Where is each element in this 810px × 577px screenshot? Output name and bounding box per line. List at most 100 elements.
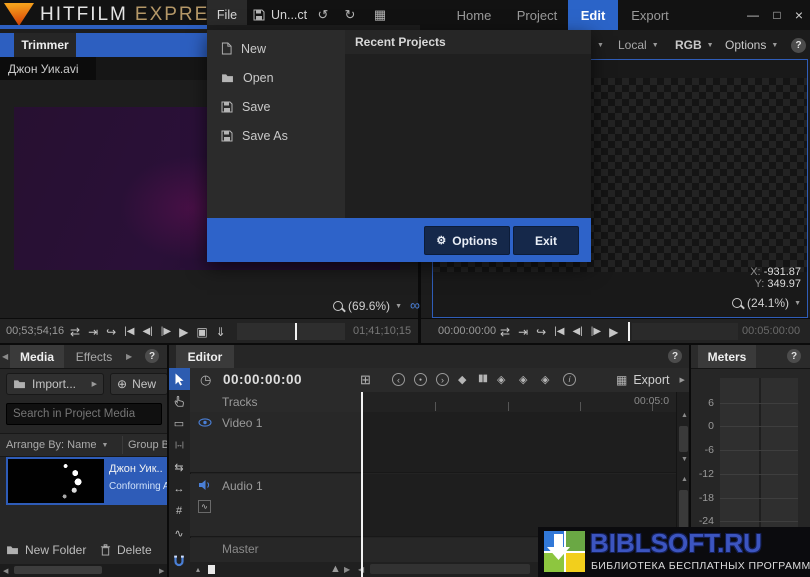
- tab-project[interactable]: Project: [510, 0, 564, 30]
- menu-item-open[interactable]: Open: [207, 63, 345, 92]
- vscroll-thumb[interactable]: [679, 426, 688, 452]
- add-slate-icon[interactable]: ⊞: [360, 372, 371, 388]
- timeline-hscroll-thumb[interactable]: [370, 564, 530, 574]
- razor-bars-icon[interactable]: ▮▮: [478, 373, 487, 384]
- timeline-zoom-handle[interactable]: [208, 565, 215, 574]
- menu-item-new[interactable]: New: [207, 34, 345, 63]
- video-track-lane[interactable]: [362, 412, 676, 473]
- new-button[interactable]: ⊕ New: [110, 373, 168, 395]
- menu-item-save[interactable]: Save: [207, 92, 345, 121]
- hand-tool[interactable]: [168, 390, 190, 412]
- menu-item-save-as[interactable]: Save As: [207, 121, 345, 150]
- info-button[interactable]: i: [563, 373, 576, 386]
- tab-export[interactable]: Export: [624, 0, 676, 30]
- editor-timecode[interactable]: 00:00:00:00: [223, 372, 302, 387]
- tab-trimmer[interactable]: Trimmer: [14, 33, 76, 57]
- options-button[interactable]: ⚙ Options: [424, 226, 510, 255]
- search-input[interactable]: [6, 403, 162, 425]
- close-button[interactable]: ×: [789, 0, 809, 30]
- import-button[interactable]: Import... ▶: [6, 373, 104, 395]
- scroll-left-icon[interactable]: ◀: [3, 567, 8, 575]
- timeline-playhead[interactable]: [361, 392, 363, 577]
- scroll-right-icon[interactable]: ▶: [344, 565, 350, 574]
- tab-editor[interactable]: Editor: [176, 345, 234, 368]
- exit-button[interactable]: Exit: [513, 226, 579, 255]
- previous-frame-icon[interactable]: |◀: [554, 326, 564, 337]
- viewer-zoom-control[interactable]: (24.1%) ▼: [732, 296, 801, 310]
- set-in-point-icon[interactable]: ↪: [536, 325, 546, 339]
- export-button[interactable]: ▦ Export ▶: [616, 368, 685, 392]
- ripple-delete-icon[interactable]: ◈: [497, 373, 505, 386]
- next-edit-button[interactable]: ›: [436, 373, 449, 386]
- panel-divider[interactable]: [167, 345, 169, 577]
- overlay-clip-icon[interactable]: ⇓: [216, 325, 226, 339]
- rate-stretch-tool[interactable]: #: [168, 500, 190, 522]
- group-by-dropdown[interactable]: Group B: [128, 434, 168, 456]
- waveform-toggle-icon[interactable]: ∿: [198, 500, 211, 513]
- rolling-edit-tool[interactable]: ⇆: [168, 456, 190, 478]
- local-dropdown[interactable]: Local ▼: [618, 34, 659, 56]
- extract-icon[interactable]: ◈: [541, 373, 549, 386]
- step-back-icon[interactable]: ◀|: [142, 326, 152, 337]
- play-icon[interactable]: ▶: [179, 325, 188, 339]
- ripple-edit-tool[interactable]: |↔|: [168, 434, 190, 456]
- scroll-down-icon[interactable]: ▼: [681, 456, 688, 463]
- insert-clip-icon[interactable]: ▣: [196, 325, 207, 339]
- export-frame-icon[interactable]: ⇥: [88, 325, 98, 339]
- rgb-dropdown[interactable]: RGB ▼: [675, 34, 714, 56]
- step-forward-icon[interactable]: |▶: [591, 326, 601, 337]
- viewer-options-dropdown[interactable]: Options ▼: [725, 34, 778, 56]
- eye-icon[interactable]: [198, 418, 212, 427]
- timeline-ruler[interactable]: 00:05:0: [362, 392, 676, 413]
- scroll-right-icon[interactable]: ▶: [159, 567, 164, 575]
- speaker-icon[interactable]: [198, 479, 211, 491]
- link-zoom-icon[interactable]: ∞: [410, 297, 420, 313]
- tab-edit[interactable]: Edit: [568, 0, 618, 30]
- select-tool[interactable]: [168, 368, 190, 390]
- scroll-up-icon[interactable]: ▲: [681, 476, 688, 483]
- scroll-up-icon[interactable]: ▲: [681, 412, 688, 419]
- slice-tool[interactable]: ▭: [168, 412, 190, 434]
- tab-effects[interactable]: Effects: [66, 345, 122, 368]
- tab-media[interactable]: Media: [10, 345, 64, 368]
- tab-meters[interactable]: Meters: [698, 345, 756, 368]
- step-forward-icon[interactable]: |▶: [161, 326, 171, 337]
- export-frame-icon[interactable]: ⇥: [518, 325, 528, 339]
- media-hscroll-thumb[interactable]: [14, 566, 102, 574]
- delete-button[interactable]: Delete: [100, 538, 152, 562]
- zoom-in-icon[interactable]: ▲: [330, 563, 341, 575]
- trimmer-scrubber[interactable]: [237, 323, 345, 340]
- previous-edit-button[interactable]: ‹: [392, 373, 405, 386]
- editor-help-button[interactable]: ?: [668, 349, 682, 363]
- minimize-button[interactable]: —: [742, 0, 764, 30]
- viewer-help-button[interactable]: ?: [791, 38, 806, 53]
- loop-playback-icon[interactable]: ⇄: [500, 325, 510, 339]
- tab-home[interactable]: Home: [450, 0, 498, 30]
- loop-playback-icon[interactable]: ⇄: [70, 325, 80, 339]
- trimmer-playhead[interactable]: [295, 323, 297, 340]
- viewer-scrubber[interactable]: [632, 323, 738, 340]
- zoom-out-icon[interactable]: ▴: [196, 565, 200, 574]
- ease-tool[interactable]: ∿: [168, 522, 190, 544]
- set-in-point-icon[interactable]: ↪: [106, 325, 116, 339]
- previous-frame-icon[interactable]: |◀: [124, 326, 134, 337]
- play-icon[interactable]: ▶: [609, 325, 618, 339]
- media-hscrollbar[interactable]: ◀ ▶: [0, 564, 168, 577]
- media-list-item[interactable]: Джон Уик.. Conforming A: [6, 457, 168, 505]
- step-back-icon[interactable]: ◀|: [572, 326, 582, 337]
- meters-help-button[interactable]: ?: [787, 349, 801, 363]
- playhead-marker-button[interactable]: ●: [414, 373, 427, 386]
- arrange-by-dropdown[interactable]: Arrange By: Name ▼: [6, 434, 108, 456]
- tab-scroll-right-icon[interactable]: ▶: [126, 352, 132, 361]
- trimmer-zoom-control[interactable]: (69.6%) ▼: [0, 295, 402, 317]
- new-folder-button[interactable]: New Folder: [6, 538, 86, 562]
- media-help-button[interactable]: ?: [145, 349, 159, 363]
- snapping-toggle[interactable]: [168, 550, 190, 572]
- keyframe-icon[interactable]: ◆: [458, 373, 466, 386]
- tab-scroll-left-icon[interactable]: ◀: [2, 352, 8, 361]
- lift-icon[interactable]: ◈: [519, 373, 527, 386]
- hidden-dropdown-caret[interactable]: ▼: [592, 34, 604, 56]
- slip-tool[interactable]: ↔: [168, 478, 190, 500]
- viewer-playhead[interactable]: [628, 322, 630, 341]
- maximize-button[interactable]: □: [766, 0, 788, 30]
